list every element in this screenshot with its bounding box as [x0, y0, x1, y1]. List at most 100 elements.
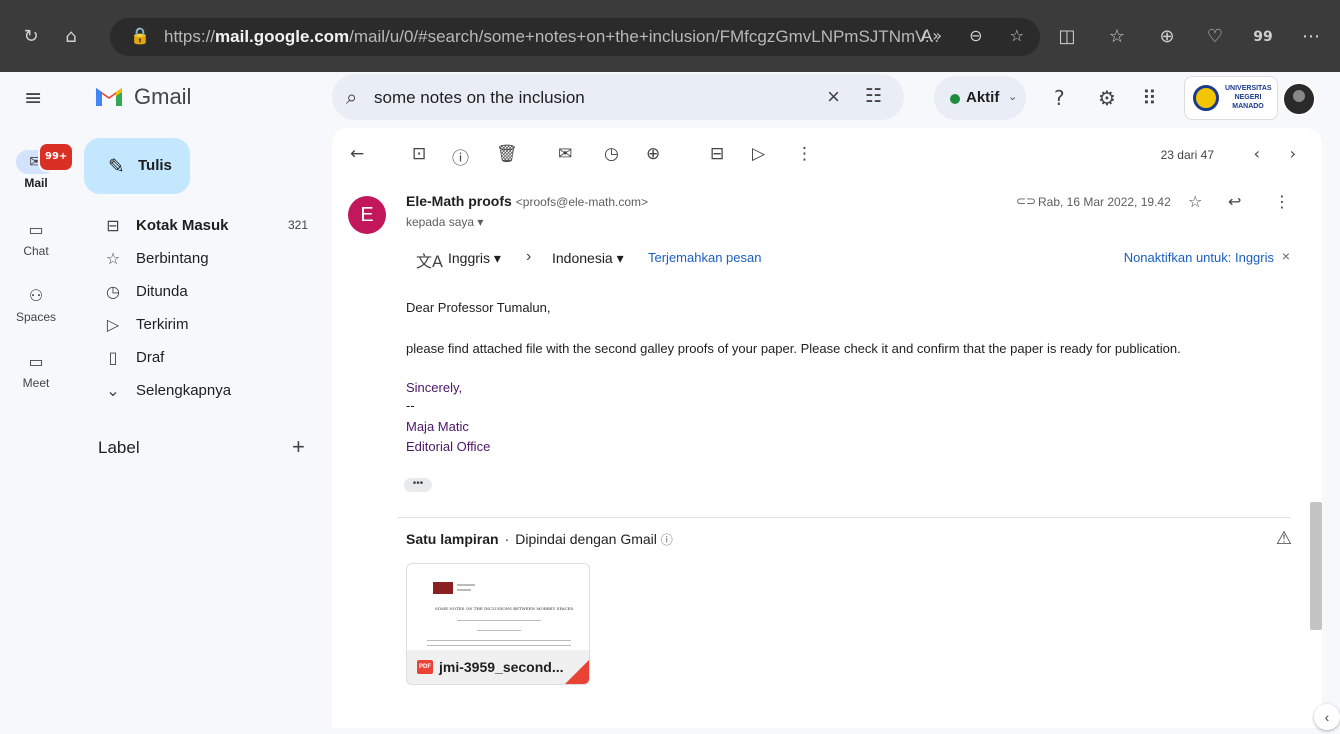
attachment-icon: ⊂⊃ [1016, 194, 1037, 208]
nav-item-label: Draf [136, 349, 165, 366]
clear-search-icon[interactable]: × [827, 84, 840, 110]
add-label-icon[interactable]: + [292, 434, 305, 460]
nav-item-label: Terkirim [136, 316, 189, 333]
sender-name[interactable]: Ele-Math proofs <proofs@ele-math.com> [406, 193, 648, 209]
more-vert-icon[interactable]: ⋮ [796, 144, 813, 164]
status-chip[interactable]: Aktif ⌄ [934, 76, 1026, 120]
refresh-icon[interactable]: ↻ [20, 26, 42, 48]
chevron-right-icon[interactable]: › [1290, 144, 1296, 163]
organization-name: UNIVERSITAS NEGERI MANADO [1225, 85, 1272, 110]
recipient-label: kepada saya [406, 215, 475, 229]
sender-avatar[interactable]: E [348, 196, 386, 234]
close-icon[interactable]: × [1282, 248, 1290, 264]
translate-message-link[interactable]: Terjemahkan pesan [648, 250, 761, 265]
inbox-icon: ⊟ [106, 216, 120, 235]
back-arrow-icon[interactable]: ← [350, 144, 364, 164]
nav-item-label: Ditunda [136, 283, 188, 300]
send-icon: ▷ [106, 315, 120, 334]
star-icon: ☆ [105, 249, 121, 268]
nav-item-sent[interactable]: ▷ Terkirim [84, 309, 324, 341]
spaces-icon: ⚇ [28, 286, 44, 305]
address-bar-actions: A» ⊖ ☆ [899, 26, 1024, 45]
nav-item-snoozed[interactable]: ◷ Ditunda [84, 276, 324, 308]
move-to-icon[interactable]: ⊟ [710, 144, 724, 164]
translate-bar: 文A Inggris ▾ › Indonesia ▾ Terjemahkan p… [406, 246, 1292, 271]
thumb-line [457, 620, 541, 621]
rail-chat[interactable]: ▭ Chat [0, 218, 72, 258]
health-icon[interactable]: ♡ [1204, 26, 1226, 48]
collections-icon[interactable]: ⊕ [1156, 26, 1178, 48]
attachment-footer: PDF jmi-3959_second... [407, 650, 589, 684]
address-bar[interactable]: 🔒 https://mail.google.com/mail/u/0/#sear… [110, 18, 1040, 56]
add-task-icon[interactable]: ⊕ [646, 144, 660, 164]
delete-icon[interactable]: 🗑 [496, 144, 518, 164]
attachment-file-name[interactable]: jmi-3959_second... [439, 659, 564, 675]
rail-label: Spaces [15, 310, 57, 324]
search-icon[interactable]: ⌕ [346, 85, 357, 109]
chevron-down-icon: ⌄ [1008, 91, 1018, 103]
report-spam-icon[interactable]: ⓘ [452, 144, 469, 169]
attachments-heading: Satu lampiran · Dipindai dengan Gmail ⓘ [406, 531, 673, 547]
info-icon[interactable]: ⓘ [661, 533, 673, 547]
signature-separator: -- [406, 398, 415, 413]
target-language-label: Indonesia [552, 250, 613, 266]
scrollbar-thumb[interactable] [1310, 502, 1322, 630]
rail-spaces[interactable]: ⚇ Spaces [0, 284, 72, 324]
snooze-icon[interactable]: ◷ [604, 144, 619, 164]
nav-item-more[interactable]: ⌄ Selengkapnya [84, 375, 324, 407]
label-icon[interactable]: ▷ [752, 144, 765, 164]
nav-item-inbox[interactable]: ⊟ Kotak Masuk 321 [84, 210, 324, 242]
search-input[interactable]: some notes on the inclusion [374, 88, 585, 108]
main-menu-icon[interactable]: ≡ [24, 86, 42, 111]
more-vert-icon[interactable]: ⋮ [1274, 192, 1290, 211]
search-options-icon[interactable]: ☷ [865, 85, 882, 107]
star-icon[interactable]: ☆ [1188, 192, 1202, 211]
archive-icon[interactable]: ⊡ [412, 144, 426, 164]
sender-display-name[interactable]: Ele-Math proofs [406, 193, 512, 209]
rail-meet[interactable]: ▭ Meet [0, 350, 72, 390]
university-emblem [1193, 85, 1219, 111]
chevron-down-icon: ⌄ [106, 381, 120, 400]
more-options-icon[interactable]: ⋯ [1300, 26, 1322, 48]
pdf-icon: PDF [417, 660, 433, 674]
video-camera-icon: ▭ [28, 352, 44, 371]
nav-item-starred[interactable]: ☆ Berbintang [84, 243, 324, 275]
recipient-details[interactable]: kepada saya ▾ [406, 215, 483, 229]
favorite-star-icon[interactable]: ☆ [1010, 26, 1024, 45]
account-avatar[interactable] [1282, 82, 1316, 116]
thumbnail-title: SOME NOTES ON THE INCLUSIONS BETWEEN MOR… [435, 606, 574, 611]
lock-icon: 🔒 [130, 26, 150, 45]
disable-translation-link[interactable]: Nonaktifkan untuk: Inggris [1124, 250, 1274, 265]
zoom-icon[interactable]: ⊖ [969, 26, 982, 45]
target-language-select[interactable]: Indonesia ▾ [552, 250, 624, 267]
reply-icon[interactable]: ↩ [1228, 192, 1241, 211]
gear-icon[interactable]: ⚙ [1098, 86, 1116, 110]
add-to-drive-icon[interactable]: ⚠ [1276, 528, 1292, 549]
show-trimmed-content-button[interactable]: ••• [404, 478, 432, 492]
nav-item-drafts[interactable]: ▯ Draf [84, 342, 324, 374]
url-text[interactable]: https://mail.google.com/mail/u/0/#search… [164, 27, 964, 47]
show-side-panel-button[interactable]: ‹ [1314, 704, 1340, 730]
thumb-line [477, 630, 521, 631]
signature-office: Editorial Office [406, 439, 491, 454]
split-screen-icon[interactable]: ◫ [1056, 26, 1078, 48]
mark-unread-icon[interactable]: ✉ [558, 144, 572, 164]
rail-mail[interactable]: ✉ 99+ Mail [0, 142, 75, 190]
extension-count[interactable]: 99 [1252, 26, 1274, 48]
email-greeting: Dear Professor Tumalun, [406, 300, 551, 315]
source-language-select[interactable]: Inggris ▾ [448, 250, 501, 267]
chevron-left-icon[interactable]: ‹ [1254, 144, 1260, 163]
clock-icon: ◷ [106, 282, 120, 301]
gmail-logo[interactable] [94, 84, 124, 108]
compose-button[interactable]: ✎ Tulis [84, 138, 190, 194]
help-icon[interactable]: ? [1054, 86, 1065, 110]
sender-email: <proofs@ele-math.com> [515, 195, 649, 209]
nav-item-label: Selengkapnya [136, 382, 232, 399]
favorites-icon[interactable]: ☆ [1106, 26, 1128, 48]
home-icon[interactable]: ⌂ [60, 26, 82, 48]
read-aloud-icon[interactable]: A» [921, 26, 942, 45]
apps-grid-icon[interactable]: ⠿ [1142, 86, 1157, 110]
attachment-card[interactable]: SOME NOTES ON THE INCLUSIONS BETWEEN MOR… [406, 563, 590, 685]
search-bar[interactable]: ⌕ some notes on the inclusion × ☷ [332, 74, 904, 120]
organization-logo[interactable]: UNIVERSITAS NEGERI MANADO [1184, 76, 1278, 120]
